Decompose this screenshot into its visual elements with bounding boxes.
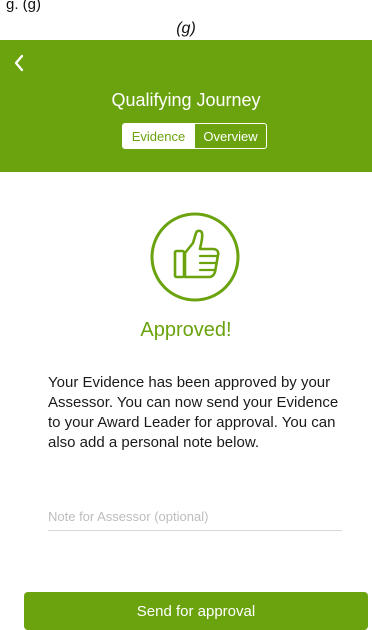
status-title: Approved! [140,319,232,341]
send-for-approval-button[interactable]: Send for approval [24,592,368,630]
figure-caption-strip: g. (g) (g) [0,0,372,40]
thumbs-up-icon [150,212,240,302]
tab-overview[interactable]: Overview [194,124,266,148]
segmented-control: Evidence Overview [122,123,267,149]
assessor-note-input[interactable] [48,503,342,531]
chevron-left-icon [14,54,24,72]
caption-partial-text: g. (g) [6,0,42,13]
tab-evidence[interactable]: Evidence [123,124,194,148]
status-message: Your Evidence has been approved by your … [48,374,339,451]
app-header: Qualifying Journey Evidence Overview [0,40,372,172]
back-button[interactable] [8,52,30,74]
page-title: Qualifying Journey [111,90,261,110]
figure-label: (g) [176,20,196,37]
